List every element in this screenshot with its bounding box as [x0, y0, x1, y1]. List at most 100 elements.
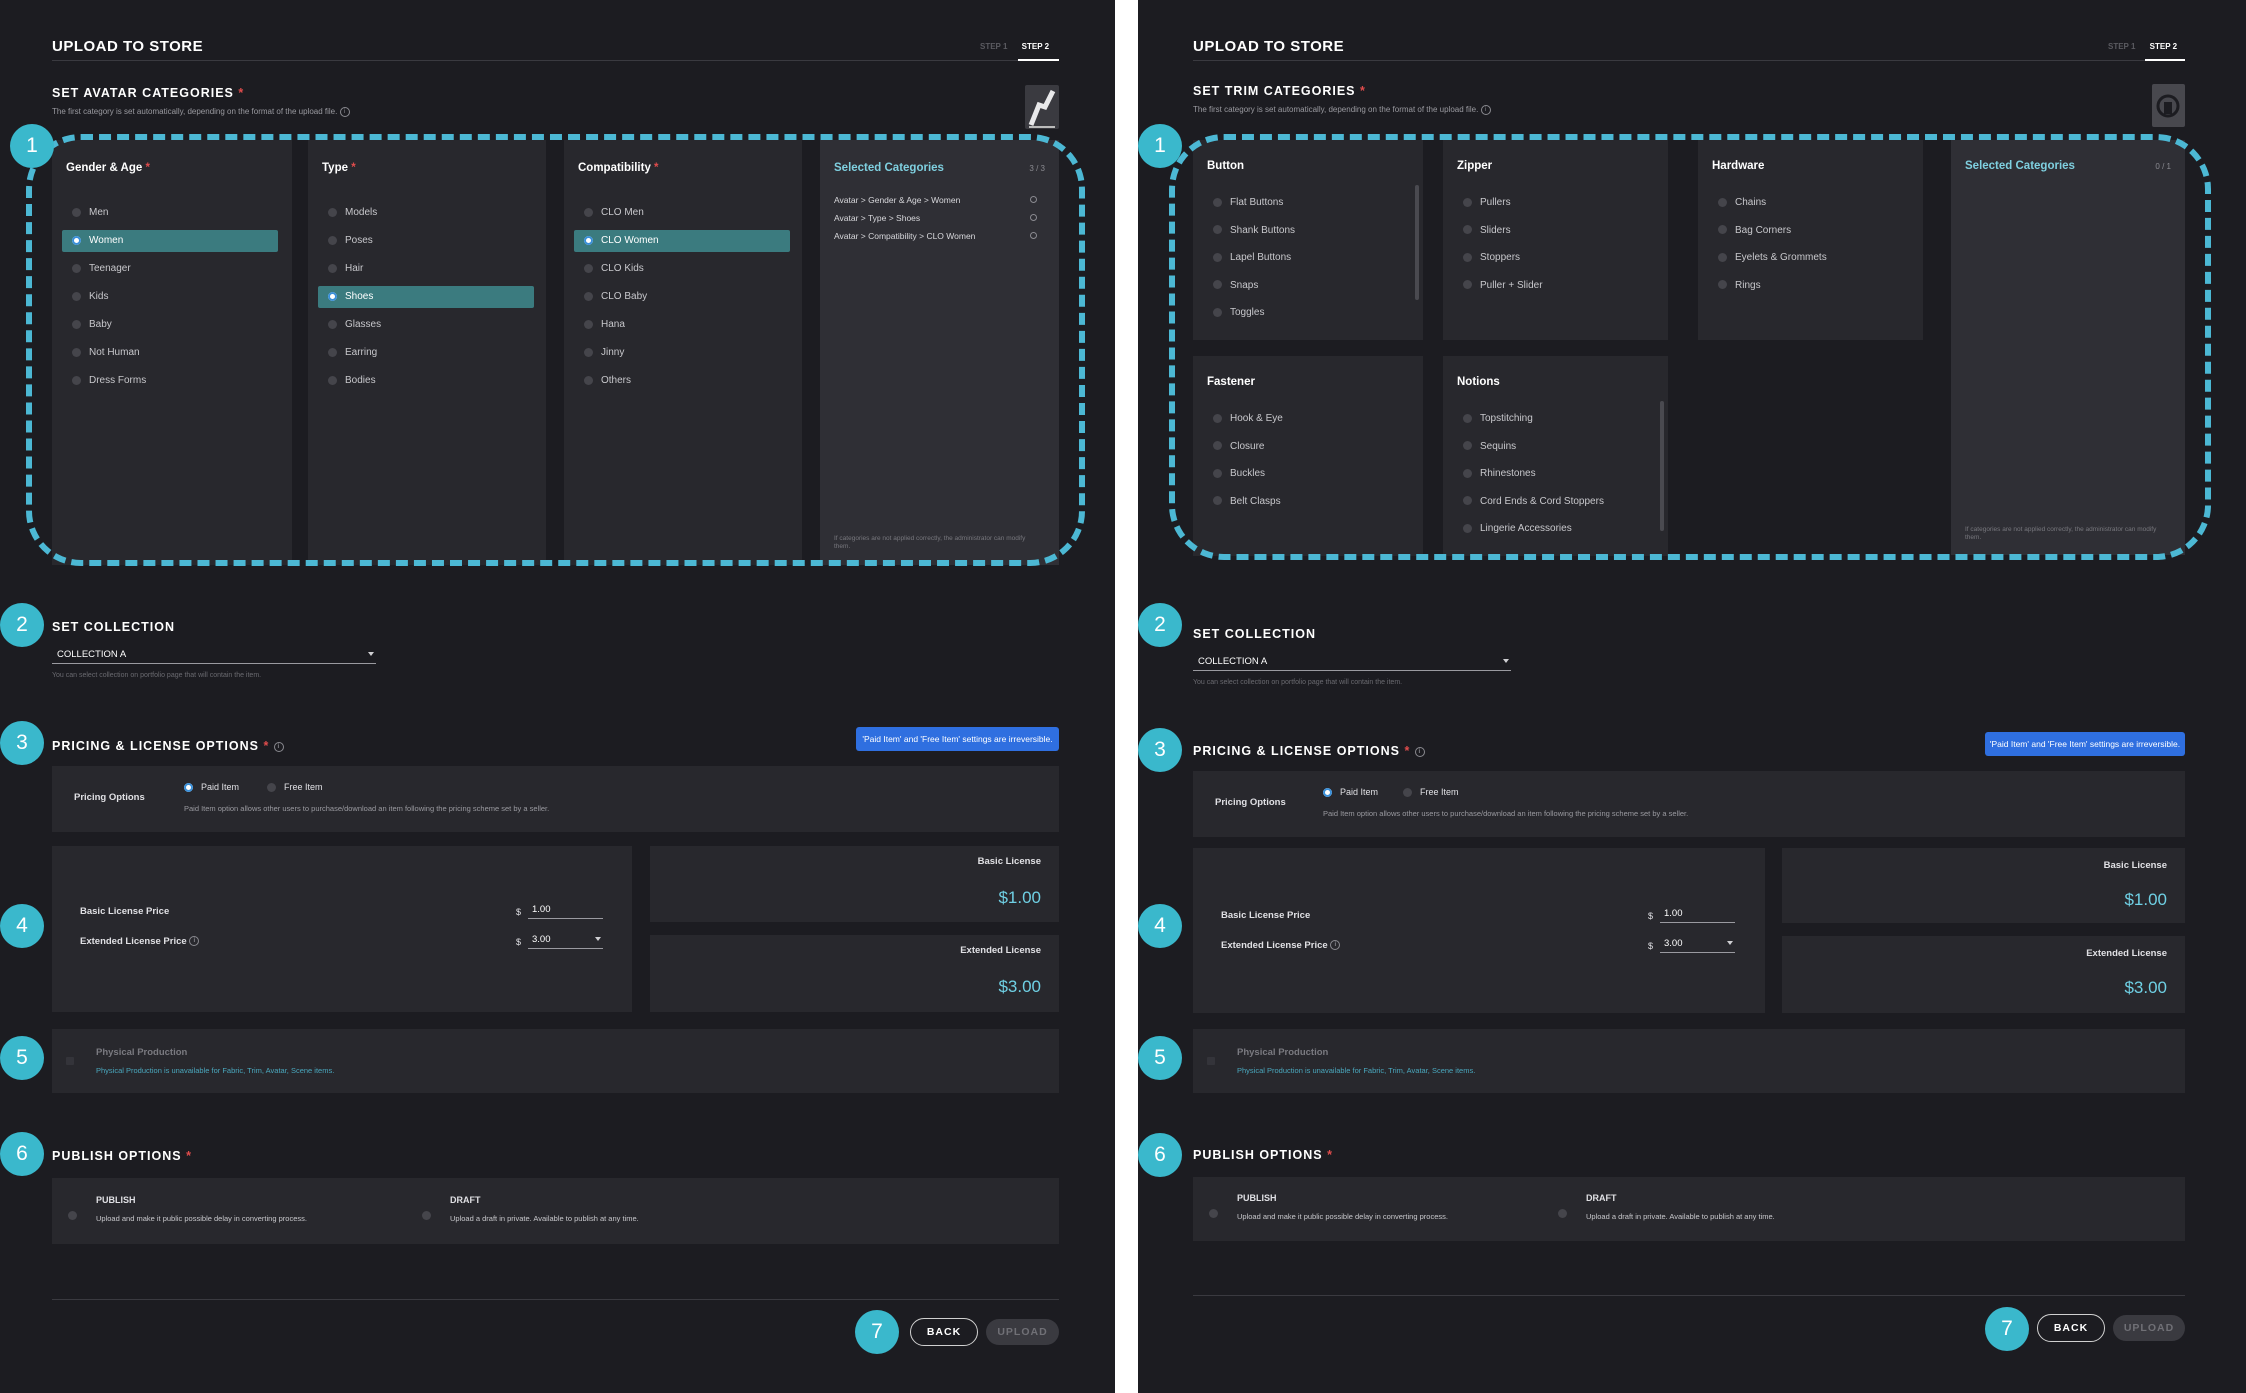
step-indicator: STEP 1 STEP 2	[2108, 42, 2177, 51]
footer-divider	[52, 1299, 1059, 1300]
left-panel: UPLOAD TO STORE STEP 1 STEP 2 SET AVATAR…	[0, 0, 1115, 1393]
basic-license-card: Basic License $1.00	[1782, 848, 2185, 923]
pricing-options-box: Pricing Options Paid Item Free Item Paid…	[52, 766, 1059, 832]
basic-license-price: $1.00	[2124, 890, 2167, 909]
upload-button[interactable]: UPLOAD	[986, 1319, 1059, 1345]
step-1-label[interactable]: STEP 1	[2108, 42, 2135, 51]
draft-radio[interactable]	[422, 1207, 439, 1225]
zipper-preview-icon	[2156, 94, 2180, 118]
physical-production-title: Physical Production	[1237, 1047, 1329, 1058]
avatar-thumbnail	[1025, 85, 1059, 129]
info-icon[interactable]: i	[189, 936, 200, 947]
step-badge-5: 5	[1138, 1036, 1182, 1080]
collection-help: You can select collection on portfolio p…	[52, 672, 262, 679]
basic-license-price: $1.00	[998, 888, 1041, 907]
step-2-label[interactable]: STEP 2	[2150, 42, 2177, 51]
pricing-options-label: Pricing Options	[74, 792, 145, 803]
extended-price-dropdown[interactable]: 3.00	[528, 934, 603, 949]
step-badge-3: 3	[0, 721, 44, 765]
collection-title: SET COLLECTION	[52, 620, 176, 634]
price-input-box: Basic License Price $ 1.00 Extended Lice…	[52, 846, 632, 1012]
extended-price-label: Extended License Price i	[80, 936, 200, 947]
back-button[interactable]: BACK	[910, 1318, 978, 1346]
step-1-label[interactable]: STEP 1	[980, 42, 1007, 51]
step-badge-2: 2	[0, 603, 44, 647]
physical-production-title: Physical Production	[96, 1047, 188, 1058]
categories-title: SET AVATAR CATEGORIES *	[52, 86, 245, 100]
physical-production-description: Physical Production is unavailable for F…	[96, 1066, 335, 1075]
info-icon[interactable]: i	[339, 107, 350, 117]
step-2-label[interactable]: STEP 2	[1022, 42, 1049, 51]
draft-radio[interactable]	[1558, 1205, 1575, 1223]
publish-description: Upload and make it public possible delay…	[1237, 1212, 1448, 1221]
price-input-box: Basic License Price $ 1.00 Extended Lice…	[1193, 848, 1765, 1013]
step-badge-1: 1	[10, 124, 54, 168]
extended-price-dropdown[interactable]: 3.00	[1660, 938, 1735, 953]
trim-thumbnail	[2152, 84, 2185, 127]
physical-production-description: Physical Production is unavailable for F…	[1237, 1066, 1476, 1075]
title-divider	[52, 60, 1059, 61]
upload-button[interactable]: UPLOAD	[2113, 1315, 2185, 1341]
chevron-down-icon	[1727, 941, 1733, 945]
back-button[interactable]: BACK	[2037, 1314, 2105, 1342]
categories-title: SET TRIM CATEGORIES *	[1193, 84, 1366, 98]
chevron-down-icon	[368, 652, 374, 656]
categories-help: The first category is set automatically,…	[52, 107, 350, 117]
pricing-options-label: Pricing Options	[1215, 797, 1286, 808]
basic-price-input[interactable]: 1.00	[1660, 908, 1735, 923]
paid-item-option[interactable]: Paid Item	[184, 782, 239, 793]
collection-dropdown[interactable]: COLLECTION A	[1193, 656, 1511, 671]
publish-options-box: PUBLISH Upload and make it public possib…	[1193, 1177, 2185, 1241]
collection-dropdown[interactable]: COLLECTION A	[52, 649, 376, 664]
step-badge-2: 2	[1138, 603, 1182, 647]
publish-label: PUBLISH	[1237, 1193, 1277, 1203]
physical-production-box: Physical Production Physical Production …	[52, 1029, 1059, 1093]
basic-price-label: Basic License Price	[1221, 910, 1311, 921]
info-icon[interactable]: i	[273, 741, 284, 752]
extended-license-label: Extended License	[2086, 948, 2167, 959]
publish-title: PUBLISH OPTIONS *	[52, 1149, 192, 1163]
physical-production-checkbox[interactable]	[66, 1057, 74, 1065]
publish-label: PUBLISH	[96, 1195, 136, 1205]
step-indicator: STEP 1 STEP 2	[980, 42, 1049, 51]
categories-help: The first category is set automatically,…	[1193, 105, 1491, 115]
basic-license-label: Basic License	[977, 856, 1041, 867]
step-badge-5: 5	[0, 1036, 44, 1080]
pricing-options-box: Pricing Options Paid Item Free Item Paid…	[1193, 771, 2185, 837]
publish-radio[interactable]	[1209, 1205, 1226, 1223]
title-divider	[1193, 60, 2185, 61]
paid-item-option[interactable]: Paid Item	[1323, 787, 1378, 798]
currency-symbol: $	[1648, 911, 1654, 921]
pricing-tooltip: 'Paid Item' and 'Free Item' settings are…	[1985, 732, 2185, 756]
info-icon[interactable]: i	[1480, 105, 1491, 115]
free-item-option[interactable]: Free Item	[1403, 787, 1459, 798]
highlight-outline	[26, 134, 1085, 566]
extended-license-card: Extended License $3.00	[650, 935, 1059, 1012]
basic-price-input[interactable]: 1.00	[528, 904, 603, 919]
radio-button[interactable]	[267, 783, 276, 793]
step-badge-4: 4	[1138, 904, 1182, 948]
footer-divider	[1193, 1295, 2185, 1296]
step-badge-1: 1	[1138, 124, 1182, 168]
extended-license-price: $3.00	[998, 977, 1041, 996]
extended-license-label: Extended License	[960, 945, 1041, 956]
info-icon[interactable]: i	[1330, 940, 1341, 951]
shoe-preview-icon	[1028, 89, 1056, 128]
physical-production-box: Physical Production Physical Production …	[1193, 1029, 2185, 1093]
free-item-option[interactable]: Free Item	[267, 782, 323, 793]
publish-options-box: PUBLISH Upload and make it public possib…	[52, 1178, 1059, 1244]
info-icon[interactable]: i	[1414, 746, 1425, 757]
physical-production-checkbox[interactable]	[1207, 1057, 1215, 1065]
pricing-title: PRICING & LICENSE OPTIONS * i	[1193, 744, 1425, 758]
draft-description: Upload a draft in private. Available to …	[450, 1214, 639, 1223]
pricing-tooltip: 'Paid Item' and 'Free Item' settings are…	[856, 727, 1059, 751]
collection-help: You can select collection on portfolio p…	[1193, 679, 1403, 686]
basic-price-label: Basic License Price	[80, 906, 170, 917]
page-title: UPLOAD TO STORE	[52, 38, 204, 55]
publish-radio[interactable]	[68, 1207, 85, 1225]
step-badge-6: 6	[0, 1132, 44, 1176]
draft-label: DRAFT	[1586, 1193, 1617, 1203]
radio-button[interactable]	[184, 783, 193, 793]
draft-label: DRAFT	[450, 1195, 481, 1205]
step-badge-4: 4	[0, 904, 44, 948]
